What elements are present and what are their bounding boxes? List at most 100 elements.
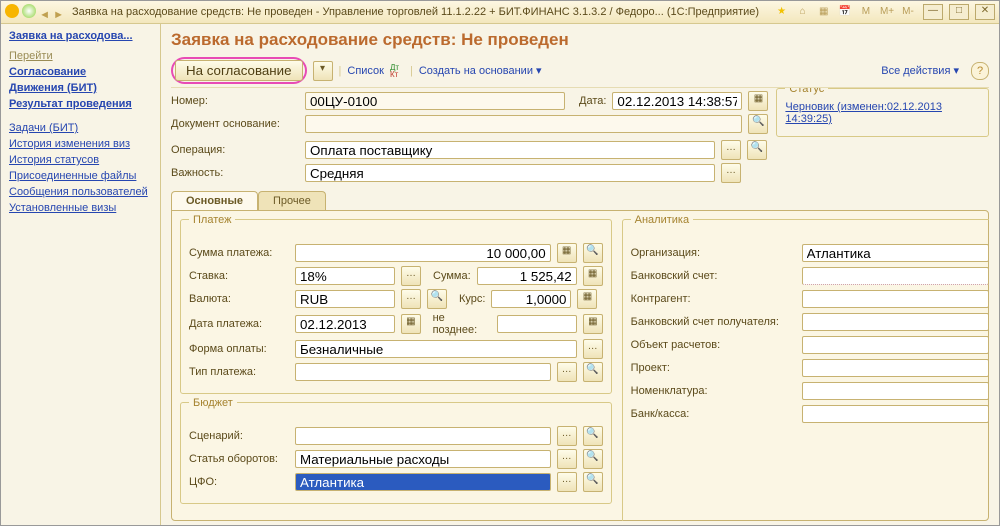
doc-basis-open-icon[interactable]: 🔍 — [748, 114, 768, 134]
cfo-open-icon[interactable]: 🔍 — [583, 472, 603, 492]
sidebar-item-posting-result[interactable]: Результат проведения — [9, 98, 152, 110]
operation-open-icon[interactable]: 🔍 — [747, 140, 767, 160]
analytics-legend: Аналитика — [631, 214, 693, 226]
project-input[interactable] — [802, 359, 989, 377]
obj-label: Объект расчетов: — [631, 339, 796, 351]
home-icon[interactable]: ⌂ — [796, 6, 810, 20]
org-input[interactable] — [802, 244, 989, 262]
sidebar-link-attachments[interactable]: Присоединенные файлы — [9, 170, 152, 182]
titlebar-tools: ★ ⌂ ▦ 📅 M M+ M- — [773, 5, 917, 20]
amount-input[interactable] — [295, 244, 551, 262]
left-column: Платеж Сумма платежа: ▦ 🔍 Ставка: — [180, 219, 612, 512]
sidebar-item-movements[interactable]: Движения (БИТ) — [9, 82, 152, 94]
sidebar-link-set-visas[interactable]: Установленные визы — [9, 202, 152, 214]
scenario-input[interactable] — [295, 427, 551, 445]
sidebar: Заявка на расходова... Перейти Согласова… — [1, 24, 161, 525]
payform-label: Форма оплаты: — [189, 343, 289, 355]
rate-select-icon[interactable]: … — [401, 266, 421, 286]
article-select-icon[interactable]: … — [557, 449, 577, 469]
currency-select-icon[interactable]: … — [401, 289, 421, 309]
scenario-open-icon[interactable]: 🔍 — [583, 426, 603, 446]
amount-open-icon[interactable]: 🔍 — [583, 243, 603, 263]
paytype-input[interactable] — [295, 363, 551, 381]
currency-open-icon[interactable]: 🔍 — [427, 289, 447, 309]
number-input[interactable] — [305, 92, 565, 110]
cfo-input[interactable] — [295, 473, 551, 491]
calc-mplus-icon[interactable]: M+ — [880, 6, 894, 20]
sidebar-link-tasks[interactable]: Задачи (БИТ) — [9, 122, 152, 134]
sidebar-link-messages[interactable]: Сообщения пользователей — [9, 186, 152, 198]
notlater-picker-icon[interactable]: ▦ — [583, 314, 603, 334]
course-label: Курс: — [459, 293, 485, 305]
approve-highlight: На согласование — [171, 57, 307, 84]
article-input[interactable] — [295, 450, 551, 468]
list-link[interactable]: Список — [347, 65, 384, 77]
operation-select-icon[interactable]: … — [721, 140, 741, 160]
paydate-picker-icon[interactable]: ▦ — [401, 314, 421, 334]
course-input[interactable] — [491, 290, 571, 308]
calendar-icon[interactable]: 📅 — [838, 6, 852, 20]
currency-input[interactable] — [295, 290, 395, 308]
main-panel: Заявка на расходование средств: Не прове… — [161, 24, 999, 525]
date-picker-icon[interactable]: ▦ — [748, 91, 768, 111]
dtkt-icon[interactable]: ДтКт — [390, 64, 404, 78]
status-legend: Статус — [785, 88, 828, 95]
tab-other[interactable]: Прочее — [258, 191, 326, 210]
help-icon[interactable]: ? — [971, 62, 989, 80]
amount-calc-icon[interactable]: ▦ — [557, 243, 577, 263]
paytype-label: Тип платежа: — [189, 366, 289, 378]
payment-fieldset: Платеж Сумма платежа: ▦ 🔍 Ставка: — [180, 219, 612, 394]
operation-input[interactable] — [305, 141, 715, 159]
cfo-select-icon[interactable]: … — [557, 472, 577, 492]
sum-input[interactable] — [477, 267, 577, 285]
tab-body: Платеж Сумма платежа: ▦ 🔍 Ставка: — [171, 210, 989, 521]
paytype-open-icon[interactable]: 🔍 — [583, 362, 603, 382]
close-button[interactable]: ✕ — [975, 4, 995, 20]
maximize-button[interactable]: □ — [949, 4, 969, 20]
calc-mminus-icon[interactable]: M- — [901, 6, 915, 20]
scenario-select-icon[interactable]: … — [557, 426, 577, 446]
obj-input[interactable] — [802, 336, 989, 354]
tab-main[interactable]: Основные — [171, 191, 258, 210]
notlater-input[interactable] — [497, 315, 577, 333]
grid-icon[interactable]: ▦ — [817, 6, 831, 20]
status-link[interactable]: Черновик (изменен:02.12.2013 14:39:25) — [785, 101, 942, 125]
contr-input[interactable] — [802, 290, 989, 308]
create-based-link[interactable]: Создать на основании ▾ — [419, 64, 542, 77]
sidebar-link-visa-history[interactable]: История изменения виз — [9, 138, 152, 150]
nomen-input[interactable] — [802, 382, 989, 400]
paydate-input[interactable] — [295, 315, 395, 333]
importance-input[interactable] — [305, 164, 715, 182]
article-open-icon[interactable]: 🔍 — [583, 449, 603, 469]
nav-fwd-icon[interactable]: ► — [53, 9, 64, 21]
sidebar-header[interactable]: Заявка на расходова... — [9, 30, 133, 42]
calc-m-icon[interactable]: M — [859, 6, 873, 20]
all-actions-link[interactable]: Все действия ▾ — [881, 64, 959, 77]
payform-select-icon[interactable]: … — [583, 339, 603, 359]
sum-calc-icon[interactable]: ▦ — [583, 266, 603, 286]
org-label: Организация: — [631, 247, 796, 259]
star-icon[interactable]: ★ — [775, 6, 789, 20]
date-input[interactable] — [612, 92, 742, 110]
nav-back-icon[interactable]: ◄ — [39, 9, 50, 21]
recvbank-label: Банковский счет получателя: — [631, 316, 796, 328]
right-column: Аналитика Организация:…🔍 Банковский счет… — [622, 219, 989, 512]
toolbar-dropdown-icon[interactable]: ▾ — [313, 61, 333, 81]
recvbank-input[interactable] — [802, 313, 989, 331]
importance-select-icon[interactable]: … — [721, 163, 741, 183]
course-calc-icon[interactable]: ▦ — [577, 289, 597, 309]
minimize-button[interactable]: — — [923, 4, 943, 20]
doc-basis-input[interactable] — [305, 115, 742, 133]
sidebar-item-approval[interactable]: Согласование — [9, 66, 152, 78]
bank-input[interactable] — [802, 267, 989, 285]
bankcash-input[interactable] — [802, 405, 989, 423]
importance-label: Важность: — [171, 167, 299, 179]
app-window: ◄ ► Заявка на расходование средств: Не п… — [0, 0, 1000, 526]
sum-label: Сумма: — [433, 270, 471, 282]
paytype-select-icon[interactable]: … — [557, 362, 577, 382]
approve-button[interactable]: На согласование — [175, 60, 303, 81]
sidebar-link-status-history[interactable]: История статусов — [9, 154, 152, 166]
payform-input[interactable] — [295, 340, 577, 358]
rate-input[interactable] — [295, 267, 395, 285]
toolbar: На согласование ▾ | Список ДтКт | Создат… — [171, 54, 989, 88]
